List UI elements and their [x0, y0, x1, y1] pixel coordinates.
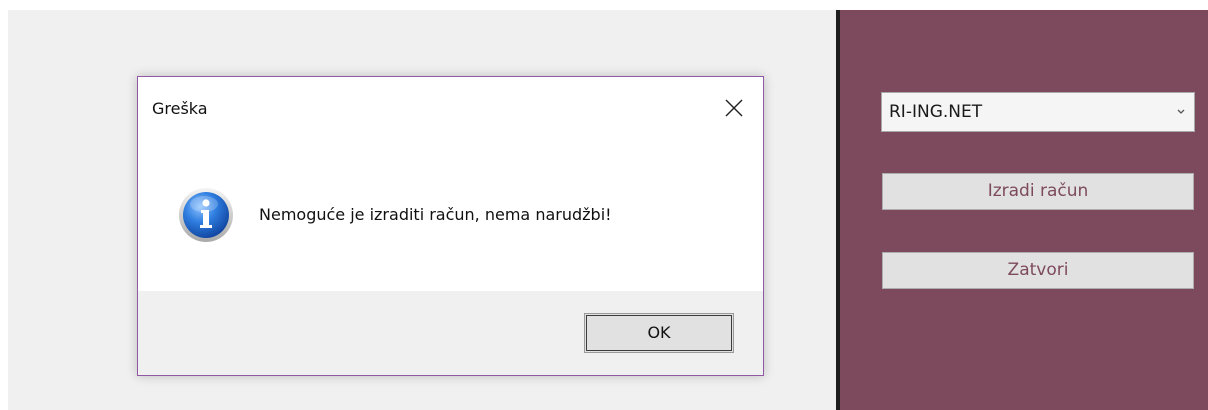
chevron-down-icon[interactable] [1175, 106, 1187, 118]
company-select[interactable]: RI-ING.NET [881, 92, 1195, 132]
error-dialog: Greška Nemoguće je izraditi račun, nema … [137, 76, 764, 376]
side-panel: RI-ING.NET Izradi račun Zatvori [840, 10, 1208, 410]
dialog-footer: OK [138, 291, 763, 375]
ok-button[interactable]: OK [584, 313, 734, 353]
close-icon[interactable] [722, 96, 746, 120]
company-select-value: RI-ING.NET [889, 102, 983, 122]
create-invoice-button[interactable]: Izradi račun [882, 173, 1194, 210]
dialog-title: Greška [152, 99, 208, 118]
info-icon [179, 188, 233, 242]
close-button[interactable]: Zatvori [882, 252, 1194, 289]
app-window: RI-ING.NET Izradi račun Zatvori Greška N… [0, 0, 1208, 410]
error-message: Nemoguće je izraditi račun, nema narudžb… [259, 205, 612, 224]
